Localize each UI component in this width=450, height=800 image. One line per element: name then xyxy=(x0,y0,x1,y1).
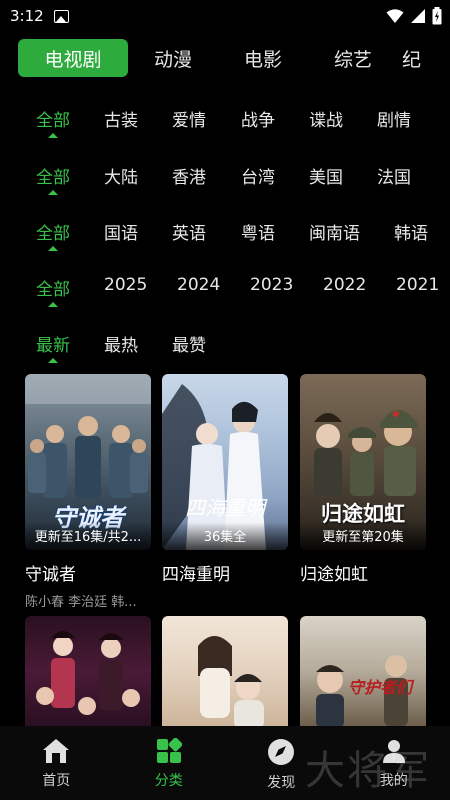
filter-region-hongkong[interactable]: 香港 xyxy=(172,163,206,188)
episode-status: 更新至第20集 xyxy=(322,530,404,545)
filter-language-cantonese[interactable]: 粤语 xyxy=(241,219,275,244)
filter-year-all[interactable]: 全部 xyxy=(36,275,70,300)
selected-caret-icon xyxy=(48,190,58,195)
filter-region-all[interactable]: 全部 xyxy=(36,163,70,188)
poster-title-art: 四海重明 xyxy=(185,496,265,520)
poster-image[interactable] xyxy=(162,616,288,726)
filter-region-taiwan[interactable]: 台湾 xyxy=(241,163,275,188)
show-cast: 陈小春 李治廷 韩... xyxy=(25,595,137,610)
filter-genre-romance[interactable]: 爱情 xyxy=(172,106,206,131)
poster-image[interactable] xyxy=(25,616,151,726)
compass-icon xyxy=(268,739,295,765)
filter-year-2021[interactable]: 2021 xyxy=(396,275,439,295)
tab-variety[interactable]: 综艺 xyxy=(308,39,398,77)
nav-discover[interactable]: 发现 xyxy=(225,726,338,800)
category-tabs: 电视剧 动漫 电影 综艺 纪 xyxy=(0,38,450,78)
bottom-navigation: 首页 分类 发现 我的 xyxy=(0,726,450,800)
image-notification-icon xyxy=(53,9,69,23)
filter-region-mainland[interactable]: 大陆 xyxy=(104,163,138,188)
status-time: 3:12 xyxy=(10,7,44,25)
filter-genre-all[interactable]: 全部 xyxy=(36,106,70,131)
show-card[interactable]: 守诚者 更新至16集/共2... 守诚者 陈小春 李治廷 韩... xyxy=(25,374,151,610)
filter-region-france[interactable]: 法国 xyxy=(377,163,411,188)
poster-title-art: 守护者们 xyxy=(348,678,413,697)
battery-icon xyxy=(432,7,442,25)
filter-language-minnan[interactable]: 闽南语 xyxy=(309,219,360,244)
tab-documentary[interactable]: 纪 xyxy=(398,39,438,77)
filter-row-region: 全部 大陆 香港 台湾 美国 法国 xyxy=(0,155,450,211)
tab-tv-series[interactable]: 电视剧 xyxy=(18,39,128,77)
filter-genre-war[interactable]: 战争 xyxy=(241,106,275,131)
episode-status: 36集全 xyxy=(203,530,247,545)
nav-category[interactable]: 分类 xyxy=(113,726,226,800)
filter-region-usa[interactable]: 美国 xyxy=(309,163,343,188)
tab-anime[interactable]: 动漫 xyxy=(128,39,218,77)
filter-year-2022[interactable]: 2022 xyxy=(323,275,366,295)
filter-language-mandarin[interactable]: 国语 xyxy=(104,219,138,244)
signal-icon xyxy=(411,9,425,23)
filter-genre-costume[interactable]: 古装 xyxy=(104,106,138,131)
show-title[interactable]: 守诚者 xyxy=(25,560,151,585)
filter-language-all[interactable]: 全部 xyxy=(36,219,70,244)
filter-row-language: 全部 国语 英语 粤语 闽南语 韩语 xyxy=(0,211,450,267)
nav-home-label: 首页 xyxy=(42,773,71,789)
nav-profile[interactable]: 我的 xyxy=(338,726,450,800)
filter-language-korean[interactable]: 韩语 xyxy=(394,219,428,244)
show-title[interactable]: 归途如虹 xyxy=(300,560,426,585)
poster-image[interactable]: 守诚者 更新至16集/共2... xyxy=(25,374,151,550)
nav-discover-label: 发现 xyxy=(267,775,296,791)
sort-hottest[interactable]: 最热 xyxy=(104,331,138,356)
filter-row-year: 全部 2025 2024 2023 2022 2021 xyxy=(0,267,450,323)
filter-genre-drama[interactable]: 剧情 xyxy=(377,106,411,131)
filter-row-sort: 最新 最热 最赞 xyxy=(0,323,450,379)
sort-most-liked[interactable]: 最赞 xyxy=(172,331,206,356)
show-card[interactable]: 四海重明 36集全 四海重明 xyxy=(162,374,288,591)
nav-category-label: 分类 xyxy=(154,773,183,789)
nav-home[interactable]: 首页 xyxy=(0,726,113,800)
show-title[interactable]: 四海重明 xyxy=(162,560,288,585)
filter-year-2024[interactable]: 2024 xyxy=(177,275,220,295)
selected-caret-icon xyxy=(48,358,58,363)
profile-icon xyxy=(382,740,405,763)
sort-latest[interactable]: 最新 xyxy=(36,331,70,356)
filter-language-english[interactable]: 英语 xyxy=(172,219,206,244)
selected-caret-icon xyxy=(48,302,58,307)
selected-caret-icon xyxy=(48,133,58,138)
poster-image[interactable]: 归途如虹 更新至第20集 xyxy=(300,374,426,550)
home-icon xyxy=(43,739,70,763)
poster-image[interactable]: 四海重明 36集全 xyxy=(162,374,288,550)
tab-movie[interactable]: 电影 xyxy=(218,39,308,77)
show-card[interactable]: 归途如虹 更新至第20集 归途如虹 xyxy=(300,374,426,591)
status-bar: 3:12 xyxy=(0,0,450,32)
filter-year-2023[interactable]: 2023 xyxy=(250,275,293,295)
nav-profile-label: 我的 xyxy=(379,773,408,789)
filter-genre-spy[interactable]: 谍战 xyxy=(309,106,343,131)
category-icon xyxy=(156,738,182,763)
selected-caret-icon xyxy=(48,246,58,251)
poster-image[interactable]: 守护者们 xyxy=(300,616,426,726)
filter-year-2025[interactable]: 2025 xyxy=(104,275,147,295)
episode-status: 更新至16集/共2... xyxy=(34,530,142,545)
filter-row-genre: 全部 古装 爱情 战争 谍战 剧情 xyxy=(0,98,450,154)
wifi-icon xyxy=(386,9,404,23)
status-icons xyxy=(386,7,442,25)
